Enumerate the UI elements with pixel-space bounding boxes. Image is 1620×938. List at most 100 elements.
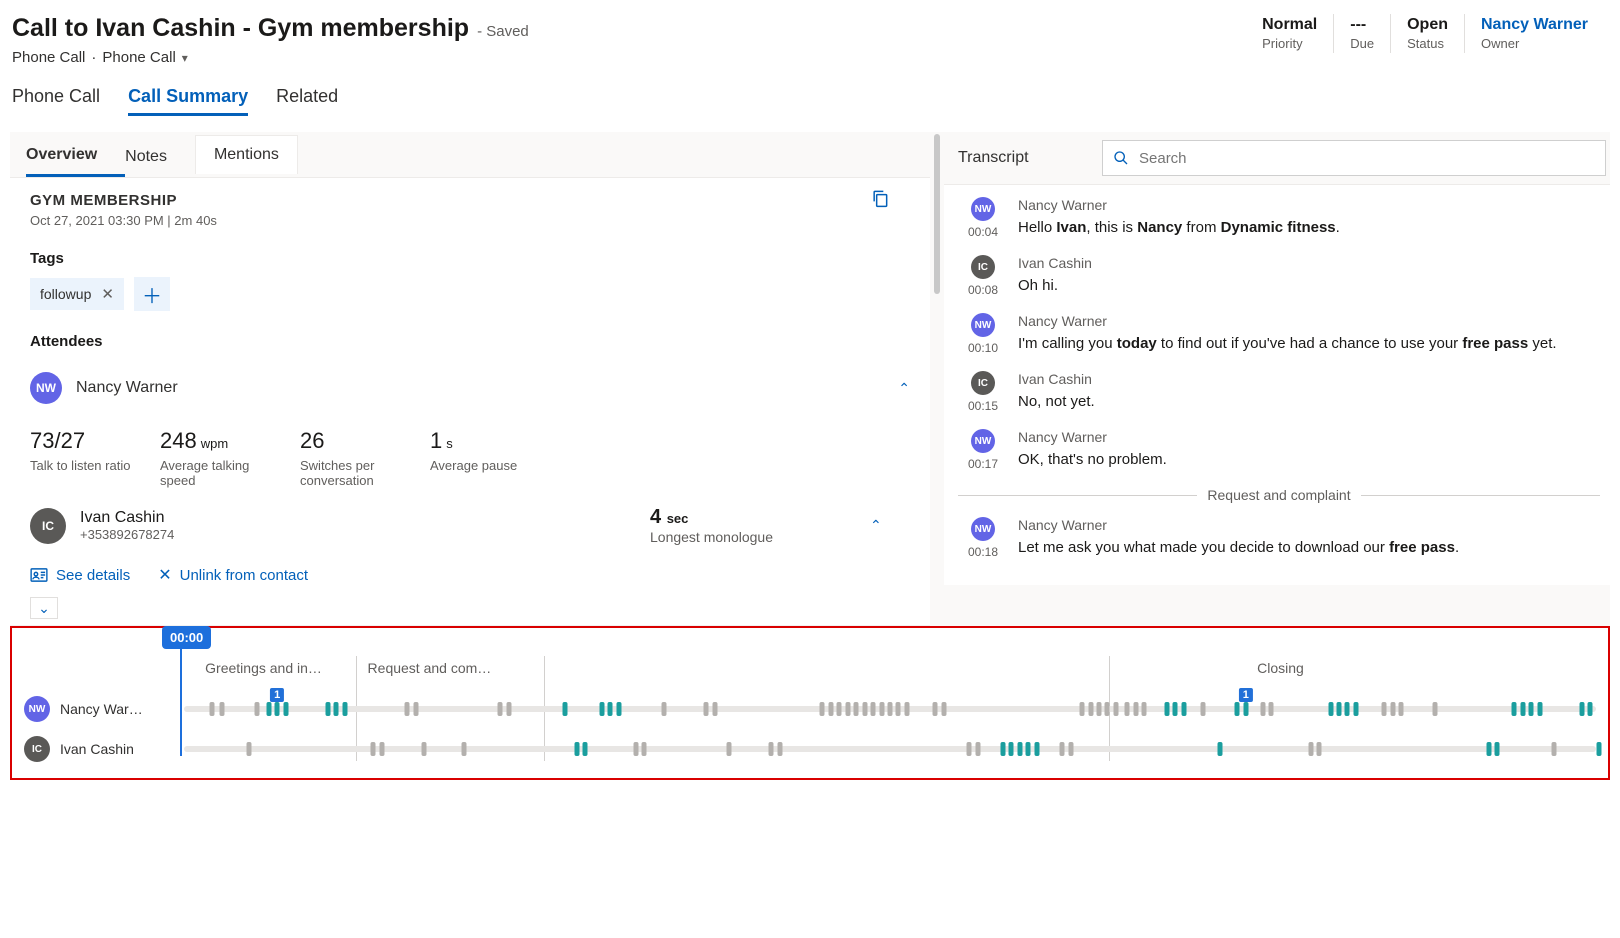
timeline-tick[interactable] <box>1596 742 1601 756</box>
transcript-search[interactable] <box>1102 140 1606 176</box>
timeline-tick[interactable] <box>1105 702 1110 716</box>
timeline-tick[interactable] <box>379 742 384 756</box>
timeline-track-nancy[interactable]: 11 <box>184 702 1596 716</box>
timeline-tick[interactable] <box>1308 742 1313 756</box>
timeline-tick[interactable] <box>326 702 331 716</box>
timeline-tick[interactable] <box>371 742 376 756</box>
timeline-tick[interactable] <box>1520 702 1525 716</box>
timeline-tick[interactable] <box>1017 742 1022 756</box>
timeline-badge[interactable]: 1 <box>1239 688 1253 702</box>
timeline-tick[interactable] <box>246 742 251 756</box>
timeline-tick[interactable] <box>777 742 782 756</box>
timeline-tick[interactable] <box>1588 702 1593 716</box>
timeline-tick[interactable] <box>1000 742 1005 756</box>
timeline-tick[interactable] <box>1060 742 1065 756</box>
timeline-tick[interactable] <box>334 702 339 716</box>
transcript-item[interactable]: NW00:04Nancy WarnerHello Ivan, this is N… <box>958 197 1600 239</box>
timeline-tick[interactable] <box>422 742 427 756</box>
timeline-tick[interactable] <box>255 702 260 716</box>
transcript-item[interactable]: NW00:18Nancy WarnerLet me ask you what m… <box>958 517 1600 559</box>
timeline-tick[interactable] <box>888 702 893 716</box>
timeline-tick[interactable] <box>845 702 850 716</box>
tab-related[interactable]: Related <box>276 86 338 116</box>
timeline-tick[interactable] <box>1142 702 1147 716</box>
timeline-tick[interactable] <box>1328 702 1333 716</box>
subtab-overview[interactable]: Overview <box>26 132 125 177</box>
timeline-tick[interactable] <box>1096 702 1101 716</box>
timeline-tick[interactable] <box>506 702 511 716</box>
collapse-toggle[interactable]: ⌄ <box>30 597 58 619</box>
copy-icon[interactable] <box>870 188 890 208</box>
timeline-tick[interactable] <box>820 702 825 716</box>
track-nancy[interactable]: NW Nancy War… <box>24 696 184 722</box>
meta-owner[interactable]: Nancy Warner Owner <box>1464 14 1604 53</box>
attendee-nancy[interactable]: NW Nancy Warner ⌃ <box>30 366 910 410</box>
timeline-tick[interactable] <box>967 742 972 756</box>
timeline-tick[interactable] <box>1486 742 1491 756</box>
attendee-ivan[interactable]: IC Ivan Cashin +353892678274 4 sec Longe… <box>30 506 910 545</box>
subtab-notes[interactable]: Notes <box>125 134 195 176</box>
transcript-item[interactable]: IC00:15Ivan CashinNo, not yet. <box>958 371 1600 413</box>
timeline-tick[interactable] <box>563 702 568 716</box>
timeline-tick[interactable] <box>1512 702 1517 716</box>
timeline-tick[interactable] <box>574 742 579 756</box>
timeline-tick[interactable] <box>837 702 842 716</box>
timeline-tick[interactable] <box>1579 702 1584 716</box>
transcript-item[interactable]: IC00:08Ivan CashinOh hi. <box>958 255 1600 297</box>
timeline-tick[interactable] <box>461 742 466 756</box>
meta-status[interactable]: Open Status <box>1390 14 1464 53</box>
timeline-tick[interactable] <box>342 702 347 716</box>
breadcrumb[interactable]: Phone Call · Phone Call ▾ <box>12 49 529 66</box>
timeline-tick[interactable] <box>1173 702 1178 716</box>
tab-call-summary[interactable]: Call Summary <box>128 86 248 116</box>
timeline-tick[interactable] <box>1009 742 1014 756</box>
timeline-tick[interactable] <box>704 702 709 716</box>
timeline-tick[interactable] <box>1164 702 1169 716</box>
subtab-mentions[interactable]: Mentions <box>195 135 298 174</box>
unlink-contact-link[interactable]: ✕ Unlink from contact <box>158 565 308 585</box>
timeline-tick[interactable] <box>1537 702 1542 716</box>
add-tag-button[interactable]: ＋ <box>134 277 170 311</box>
timeline-tick[interactable] <box>1382 702 1387 716</box>
chevron-up-icon[interactable]: ⌃ <box>898 380 910 397</box>
timeline-tick[interactable] <box>616 702 621 716</box>
timeline-tick[interactable] <box>283 702 288 716</box>
chevron-up-icon[interactable]: ⌃ <box>870 517 910 534</box>
timeline-tick[interactable] <box>210 702 215 716</box>
timeline-tick[interactable] <box>498 702 503 716</box>
timeline-track-ivan[interactable] <box>184 742 1596 756</box>
timeline-tick[interactable] <box>583 742 588 756</box>
timeline-tick[interactable] <box>879 702 884 716</box>
timeline-tick[interactable] <box>1433 702 1438 716</box>
playhead-time[interactable]: 00:00 <box>162 626 211 649</box>
timeline-tick[interactable] <box>854 702 859 716</box>
timeline-tick[interactable] <box>1034 742 1039 756</box>
meta-owner-value[interactable]: Nancy Warner <box>1481 16 1588 34</box>
timeline-tick[interactable] <box>1529 702 1534 716</box>
timeline-tick[interactable] <box>1390 702 1395 716</box>
timeline-tick[interactable] <box>1068 742 1073 756</box>
segment-closing[interactable]: Closing <box>1257 660 1426 676</box>
meta-due[interactable]: --- Due <box>1333 14 1390 53</box>
timeline-tick[interactable] <box>769 742 774 756</box>
timeline-tick[interactable] <box>1080 702 1085 716</box>
timeline-tick[interactable] <box>413 702 418 716</box>
timeline-tick[interactable] <box>662 702 667 716</box>
timeline-tick[interactable] <box>1495 742 1500 756</box>
timeline-tick[interactable] <box>1133 702 1138 716</box>
chevron-down-icon[interactable]: ▾ <box>182 51 188 65</box>
timeline-tick[interactable] <box>904 702 909 716</box>
see-details-link[interactable]: See details <box>30 567 130 584</box>
timeline-tick[interactable] <box>941 702 946 716</box>
timeline-tick[interactable] <box>896 702 901 716</box>
timeline-tick[interactable] <box>1088 702 1093 716</box>
segment-greetings[interactable]: Greetings and in… <box>205 660 346 676</box>
meta-priority[interactable]: Normal Priority <box>1246 14 1333 53</box>
scrollbar[interactable] <box>933 134 941 624</box>
timeline-tick[interactable] <box>1113 702 1118 716</box>
timeline-tick[interactable] <box>220 702 225 716</box>
tab-phone-call[interactable]: Phone Call <box>12 86 100 116</box>
timeline-tick[interactable] <box>1337 702 1342 716</box>
tag-remove-icon[interactable]: ✕ <box>101 285 114 303</box>
segment-request[interactable]: Request and com… <box>368 660 537 676</box>
